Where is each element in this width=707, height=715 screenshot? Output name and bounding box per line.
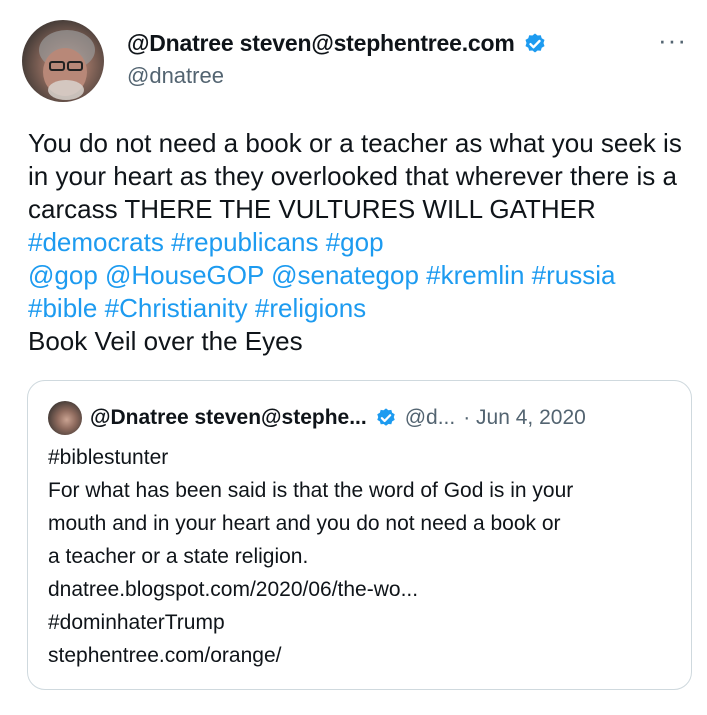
- quoted-tweet-text: #biblestunter For what has been said is …: [48, 441, 678, 672]
- quoted-author-handle: @d...: [404, 406, 456, 429]
- quoted-author-name: @Dnatree steven@stephe...: [90, 406, 367, 429]
- tweet-header: @Dnatree steven@stephentree.com @dnatree: [127, 30, 547, 89]
- tweet-text: You do not need a book or a teacher as w…: [28, 127, 688, 358]
- tweet-text-main: You do not need a book or a teacher as w…: [28, 128, 682, 224]
- quoted-line: #biblestunter: [48, 446, 169, 469]
- mentions-group[interactable]: @gop @HouseGOP @senategop #kremlin #russ…: [28, 260, 615, 290]
- quoted-tweet-date: · Jun 4, 2020: [463, 406, 586, 429]
- verified-badge-icon: [377, 408, 395, 426]
- quoted-tweet-header: @Dnatree steven@stephe... @d... · Jun 4,…: [48, 401, 586, 435]
- author-display-name[interactable]: @Dnatree steven@stephentree.com: [127, 30, 515, 57]
- quoted-line: mouth and in your heart and you do not n…: [48, 512, 561, 535]
- hashtag-group-2[interactable]: #bible #Christianity #religions: [28, 293, 366, 323]
- quoted-link: dnatree.blogspot.com/2020/06/the-wo...: [48, 578, 419, 601]
- quoted-line: a teacher or a state religion.: [48, 545, 309, 568]
- quoted-author-avatar: [48, 401, 82, 435]
- quoted-tweet[interactable]: @Dnatree steven@stephe... @d... · Jun 4,…: [27, 380, 692, 690]
- author-handle[interactable]: @dnatree: [127, 63, 547, 89]
- quoted-line: For what has been said is that the word …: [48, 479, 574, 502]
- tweet-text-tail: Book Veil over the Eyes: [28, 326, 303, 356]
- tweet: @Dnatree steven@stephentree.com @dnatree…: [0, 0, 707, 715]
- hashtag-group-1[interactable]: #democrats #republicans #gop: [28, 227, 384, 257]
- quoted-link: stephentree.com/orange/: [48, 644, 282, 667]
- verified-badge-icon[interactable]: [523, 32, 547, 56]
- avatar-image: [39, 30, 95, 100]
- author-avatar[interactable]: [22, 20, 104, 102]
- more-dots-icon[interactable]: ···: [658, 27, 687, 53]
- quoted-hashtag: #dominhaterTrump: [48, 611, 225, 634]
